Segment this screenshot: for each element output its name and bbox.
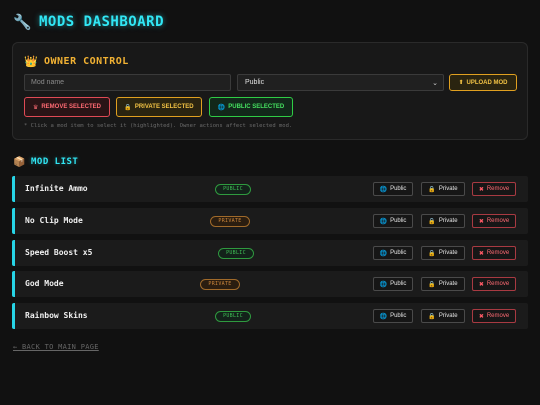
package-icon: 📦	[13, 156, 26, 168]
globe-icon: 🌐	[217, 103, 226, 111]
upload-mod-label: UPLOAD MOD	[466, 79, 508, 86]
make-private-label: Private	[438, 313, 458, 319]
back-to-main-link[interactable]: ← BACK TO MAIN PAGE	[13, 343, 99, 351]
make-public-button[interactable]: 🌐 Public	[373, 182, 413, 196]
make-private-label: Private	[438, 186, 458, 192]
remove-button[interactable]: ✖ Remove	[472, 277, 516, 291]
upload-mod-button[interactable]: ⬆ UPLOAD MOD	[449, 74, 517, 91]
remove-label: Remove	[486, 250, 510, 256]
public-selected-label: PUBLIC SELECTED	[228, 104, 285, 110]
public-selected-button[interactable]: 🌐 PUBLIC SELECTED	[209, 97, 293, 117]
globe-icon: 🌐	[379, 250, 388, 257]
status-badge: PRIVATE	[210, 216, 250, 227]
globe-icon: 🌐	[379, 281, 388, 288]
owner-hint-text: * Click a mod item to select it (highlig…	[24, 123, 293, 129]
remove-label: Remove	[486, 186, 510, 192]
owner-control-title: OWNER CONTROL	[44, 55, 129, 67]
status-badge: PUBLIC	[215, 311, 251, 322]
make-private-button[interactable]: 🔒 Private	[421, 182, 465, 196]
make-public-label: Public	[390, 186, 407, 192]
mod-list-item[interactable]: No Clip Mode PRIVATE 🌐 Public 🔒 Private …	[12, 208, 528, 234]
crown-icon: ♛	[32, 103, 39, 111]
make-private-label: Private	[438, 281, 458, 287]
make-public-label: Public	[390, 313, 407, 319]
make-private-button[interactable]: 🔒 Private	[421, 277, 465, 291]
upload-icon: ⬆	[458, 79, 464, 86]
make-public-label: Public	[390, 250, 407, 256]
mod-name-input[interactable]	[24, 74, 231, 91]
status-badge: PRIVATE	[200, 279, 240, 290]
make-private-button[interactable]: 🔒 Private	[421, 309, 465, 323]
mod-list-item[interactable]: Rainbow Skins PUBLIC 🌐 Public 🔒 Private …	[12, 303, 528, 329]
owner-control-header: 👑 OWNER CONTROL	[24, 54, 129, 68]
remove-label: Remove	[486, 281, 510, 287]
remove-button[interactable]: ✖ Remove	[472, 246, 516, 260]
make-public-button[interactable]: 🌐 Public	[373, 277, 413, 291]
globe-icon: 🌐	[379, 313, 388, 320]
make-public-label: Public	[390, 218, 407, 224]
page-title: 🔧 MODS DASHBOARD	[13, 12, 164, 32]
mods-dashboard-page: 🔧 MODS DASHBOARD 👑 OWNER CONTROL Public …	[0, 0, 540, 405]
lock-icon: 🔒	[428, 250, 436, 257]
make-public-button[interactable]: 🌐 Public	[373, 246, 413, 260]
status-badge: PUBLIC	[215, 184, 251, 195]
mod-name: No Clip Mode	[25, 216, 83, 225]
wrench-icon: 🔧	[13, 13, 32, 31]
mod-list-item[interactable]: Speed Boost x5 PUBLIC 🌐 Public 🔒 Private…	[12, 240, 528, 266]
mod-list-header: 📦 MOD LIST	[13, 156, 78, 168]
crown-icon: 👑	[24, 54, 38, 68]
chevron-down-icon: ⌄	[432, 78, 438, 87]
private-selected-button[interactable]: 🔒 PRIVATE SELECTED	[116, 97, 202, 117]
mod-name: God Mode	[25, 279, 64, 288]
status-badge: PUBLIC	[218, 248, 254, 259]
close-icon: ✖	[478, 218, 484, 225]
make-private-label: Private	[438, 250, 458, 256]
remove-label: Remove	[486, 313, 510, 319]
globe-icon: 🌐	[379, 186, 388, 193]
mod-list-title: MOD LIST	[31, 157, 79, 167]
remove-label: Remove	[486, 218, 510, 224]
lock-icon: 🔒	[428, 186, 436, 193]
lock-icon: 🔒	[428, 313, 436, 320]
visibility-select-value: Public	[245, 79, 265, 86]
lock-icon: 🔒	[124, 103, 132, 111]
remove-button[interactable]: ✖ Remove	[472, 182, 516, 196]
close-icon: ✖	[478, 313, 484, 320]
make-private-button[interactable]: 🔒 Private	[421, 214, 465, 228]
close-icon: ✖	[478, 186, 484, 193]
remove-selected-label: REMOVE SELECTED	[41, 104, 102, 110]
visibility-select[interactable]: Public ⌄	[237, 74, 444, 91]
mod-name: Rainbow Skins	[25, 311, 88, 320]
make-private-label: Private	[438, 218, 458, 224]
make-private-button[interactable]: 🔒 Private	[421, 246, 465, 260]
make-public-label: Public	[390, 281, 407, 287]
lock-icon: 🔒	[428, 218, 436, 225]
owner-control-panel: 👑 OWNER CONTROL Public ⌄ ⬆ UPLOAD MOD ♛ …	[12, 42, 528, 140]
private-selected-label: PRIVATE SELECTED	[134, 104, 194, 110]
remove-selected-button[interactable]: ♛ REMOVE SELECTED	[24, 97, 110, 117]
remove-button[interactable]: ✖ Remove	[472, 214, 516, 228]
mod-name: Infinite Ammo	[25, 184, 88, 193]
mod-name: Speed Boost x5	[25, 248, 93, 257]
mod-list-item[interactable]: God Mode PRIVATE 🌐 Public 🔒 Private ✖ Re…	[12, 271, 528, 297]
mod-list-item[interactable]: Infinite Ammo PUBLIC 🌐 Public 🔒 Private …	[12, 176, 528, 202]
close-icon: ✖	[478, 250, 484, 257]
lock-icon: 🔒	[428, 281, 436, 288]
close-icon: ✖	[478, 281, 484, 288]
page-title-text: MODS DASHBOARD	[39, 14, 165, 30]
remove-button[interactable]: ✖ Remove	[472, 309, 516, 323]
make-public-button[interactable]: 🌐 Public	[373, 214, 413, 228]
make-public-button[interactable]: 🌐 Public	[373, 309, 413, 323]
globe-icon: 🌐	[379, 218, 388, 225]
